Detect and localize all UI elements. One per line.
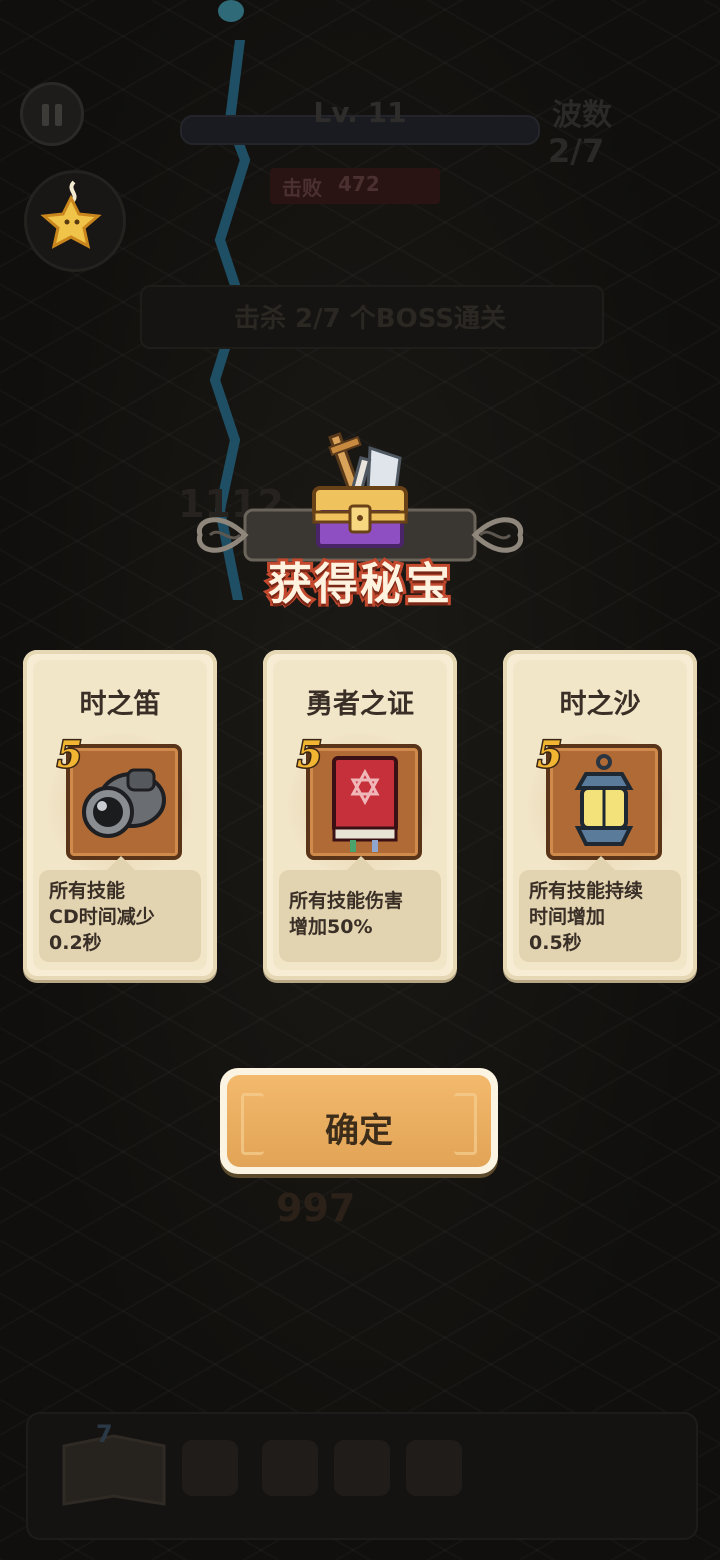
card-description: 所有技能伤害 增加50% <box>289 890 404 938</box>
pause-icon <box>42 104 49 126</box>
card-description: 所有技能 CD时间减少 0.2秒 <box>49 880 155 954</box>
reward-card-time-sand[interactable]: 时之沙 5 所有技能持续 时间增加 0.5秒 <box>503 650 697 980</box>
spellbook-icon[interactable] <box>54 1416 174 1512</box>
kill-counter-label: 击败 <box>282 176 322 200</box>
projectile-orb <box>218 0 244 22</box>
rank-badge: 5 <box>56 733 84 778</box>
star-icon <box>40 180 102 249</box>
dock-skill-slot[interactable] <box>406 1440 462 1496</box>
wave-label: 波数 <box>552 98 612 133</box>
rank-badge: 5 <box>536 733 564 778</box>
confirm-button-label: 确定 <box>325 1111 393 1151</box>
treasure-chest-icon <box>312 432 408 548</box>
card-description-box: 所有技能伤害 增加50% <box>279 870 441 962</box>
card-description: 所有技能持续 时间增加 0.5秒 <box>529 880 644 954</box>
card-title: 时之笛 <box>79 689 161 720</box>
modal-title: 获得秘宝 <box>265 556 453 613</box>
dock-skill-slot[interactable] <box>182 1440 238 1496</box>
card-description-box: 所有技能 CD时间减少 0.2秒 <box>39 870 201 962</box>
dock-skill-slot[interactable] <box>262 1440 318 1496</box>
wave-value: 2/7 <box>548 132 605 170</box>
dock-badge: 7 <box>96 1420 113 1448</box>
pause-button[interactable] <box>20 82 84 146</box>
dock-skill-slot[interactable] <box>334 1440 390 1496</box>
rank-badge: 5 <box>296 733 324 778</box>
kill-counter-value: 472 <box>338 172 380 196</box>
card-title: 勇者之证 <box>306 689 414 720</box>
objective-text: 击杀 2/7 个BOSS通关 <box>234 304 506 334</box>
reward-card-hero-proof[interactable]: 勇者之证 5 所有技能伤害 增加50% <box>263 650 457 980</box>
card-description-box: 所有技能持续 时间增加 0.5秒 <box>519 870 681 962</box>
confirm-button[interactable]: 确定 <box>220 1068 498 1174</box>
level-label: Lv. 11 <box>313 96 407 129</box>
reward-card-time-flute[interactable]: 时之笛 5 所有技能 CD时间减少 0.2秒 <box>23 650 217 980</box>
damage-number: 997 <box>276 1186 356 1230</box>
card-title: 时之沙 <box>559 689 641 720</box>
